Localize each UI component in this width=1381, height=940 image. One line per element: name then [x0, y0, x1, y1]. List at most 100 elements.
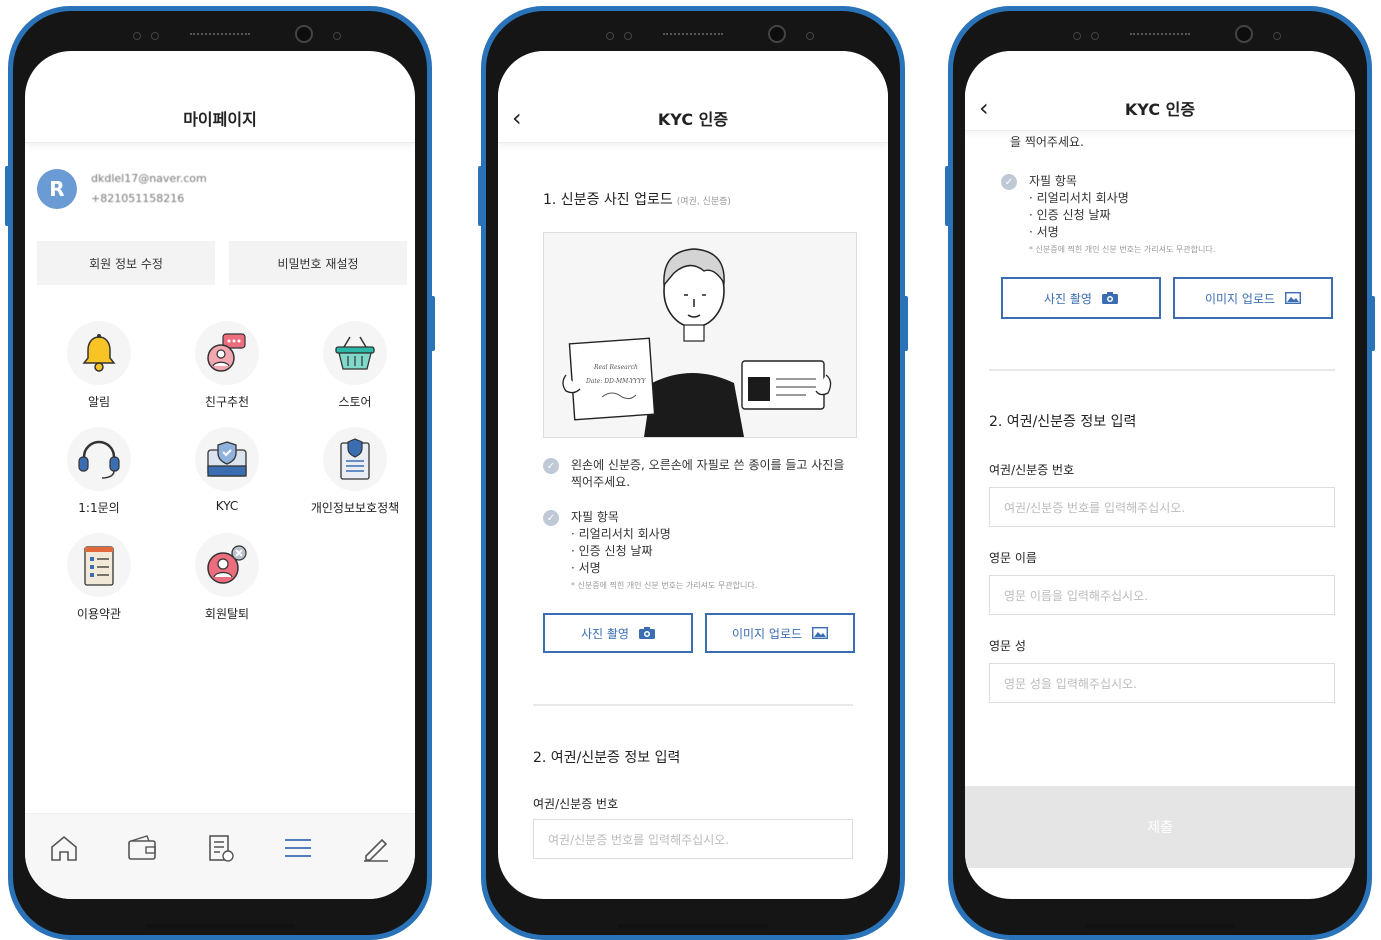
- paper-text-company: Real Research: [593, 364, 638, 371]
- profile-block: R dkdlel17@naver.com +821051158216: [37, 169, 207, 209]
- id-number-input[interactable]: 여권/신분증 번호를 입력해주십시오.: [989, 487, 1335, 527]
- bell-icon: [67, 321, 131, 385]
- handwrite-item: · 인증 신청 날짜: [1029, 208, 1111, 222]
- first-name-input[interactable]: 영문 이름을 입력해주십시오.: [989, 575, 1335, 615]
- button-label: 이미지 업로드: [1204, 291, 1276, 306]
- paper-text-date: Date: DD-MM-YYYY: [585, 378, 647, 385]
- instruction-2: ✓ 자필 항목 · 리얼리서치 회사명 · 인증 신청 날짜 · 서명 * 신분…: [1001, 173, 1321, 258]
- camera-icon: [638, 627, 655, 639]
- divider: [533, 704, 853, 706]
- menu-item-terms[interactable]: 이용약관: [35, 533, 163, 621]
- submit-button[interactable]: 제출: [965, 786, 1355, 868]
- page-title: KYC 인증: [1124, 100, 1196, 119]
- bottom-tab-bar: [25, 813, 415, 899]
- handwrite-title: 자필 항목: [1029, 174, 1077, 188]
- handwrite-item: · 서명: [1029, 225, 1059, 239]
- avatar: R: [37, 169, 77, 209]
- user-remove-icon: [195, 533, 259, 597]
- image-icon: [1285, 292, 1302, 304]
- instruction-1-tail: 을 찍어주세요.: [1010, 135, 1084, 149]
- last-name-input[interactable]: 영문 성을 입력해주십시오.: [989, 663, 1335, 703]
- wallet-icon[interactable]: [126, 832, 158, 868]
- menu-label: KYC: [215, 499, 239, 513]
- menu-label: 개인정보보호정책: [310, 501, 400, 515]
- handwrite-note: * 신분증에 찍힌 개인 신분 번호는 가리셔도 무관합니다.: [1029, 245, 1216, 254]
- camera-icon: [295, 25, 313, 43]
- menu-label: 알림: [87, 395, 111, 409]
- button-label: 이미지 업로드: [731, 626, 803, 641]
- section-title: 2. 여권/신분증 정보 입력: [533, 750, 681, 766]
- check-icon: ✓: [543, 458, 559, 474]
- id-number-label: 여권/신분증 번호: [989, 463, 1075, 477]
- button-label: 사진 촬영: [1044, 291, 1092, 306]
- menu-item-kyc[interactable]: KYC: [163, 427, 291, 515]
- first-name-label: 영문 이름: [989, 551, 1037, 565]
- mypage-screen: 마이페이지 R dkdlel17@naver.com +821051158216…: [25, 51, 415, 899]
- menu-grid: 알림 친구추천 스토어 1:1문의 KYC 개인정보보호정책 이용약관 회원탈퇴: [35, 321, 415, 621]
- instruction-1: ✓ 왼손에 신분증, 오른손에 자필로 쓴 종이를 들고 사진을 찍어주세요.: [543, 457, 858, 491]
- take-photo-button[interactable]: 사진 촬영: [543, 613, 693, 653]
- take-photo-button[interactable]: 사진 촬영: [1001, 277, 1161, 319]
- menu-label: 친구추천: [204, 395, 250, 409]
- section-title-text: 1. 신분증 사진 업로드: [543, 192, 673, 208]
- camera-icon: [768, 25, 786, 43]
- privacy-document-icon: [323, 427, 387, 491]
- edit-profile-button[interactable]: 회원 정보 수정: [37, 241, 215, 285]
- home-indicator: [618, 924, 768, 929]
- upload-image-button[interactable]: 이미지 업로드: [705, 613, 855, 653]
- handwrite-item: · 리얼리서치 회사명: [1029, 191, 1129, 205]
- pencil-icon[interactable]: [360, 832, 392, 868]
- menu-label: 스토어: [338, 395, 372, 409]
- profile-email: dkdlel17@naver.com: [91, 172, 207, 185]
- headset-icon: [67, 427, 131, 491]
- handwrite-item: · 인증 신청 날짜: [571, 544, 653, 558]
- page-title: 마이페이지: [25, 51, 415, 143]
- phone-mypage: 마이페이지 R dkdlel17@naver.com +821051158216…: [5, 6, 435, 940]
- menu-label: 1:1문의: [78, 501, 120, 515]
- page-title: KYC 인증: [657, 110, 729, 129]
- phone-kyc-top: ‹ KYC 인증 1. 신분증 사진 업로드 (여권, 신분증) Real Res…: [478, 6, 908, 940]
- home-icon[interactable]: [48, 832, 80, 868]
- camera-icon: [1101, 292, 1118, 304]
- section-title: 1. 신분증 사진 업로드 (여권, 신분증): [543, 189, 731, 209]
- terms-list-icon: [67, 533, 131, 597]
- check-icon: ✓: [543, 510, 559, 526]
- friend-referral-icon: [195, 321, 259, 385]
- divider: [989, 369, 1335, 371]
- upload-image-button[interactable]: 이미지 업로드: [1173, 277, 1333, 319]
- home-indicator: [1085, 924, 1235, 929]
- image-icon: [812, 627, 829, 639]
- back-arrow-icon[interactable]: ‹: [512, 104, 522, 132]
- id-number-input[interactable]: 여권/신분증 번호를 입력해주십시오.: [533, 819, 853, 859]
- menu-item-store[interactable]: 스토어: [291, 321, 415, 409]
- menu-item-referral[interactable]: 친구추천: [163, 321, 291, 409]
- phone-bezel: ‹ KYC 인증 을 찍어주세요. ✓ 자필 항목 · 리얼리서치 회사명 · …: [953, 11, 1367, 935]
- phone-bezel: ‹ KYC 인증 1. 신분증 사진 업로드 (여권, 신분증) Real Res…: [486, 11, 900, 935]
- menu-item-privacy[interactable]: 개인정보보호정책: [291, 427, 415, 515]
- home-indicator: [145, 924, 295, 929]
- handwrite-title: 자필 항목: [571, 510, 619, 524]
- phone-bezel: 마이페이지 R dkdlel17@naver.com +821051158216…: [13, 11, 427, 935]
- handwrite-note: * 신분증에 찍힌 개인 신분 번호는 가리셔도 무관합니다.: [571, 581, 758, 590]
- id-card-shield-icon: [195, 427, 259, 491]
- menu-item-withdraw[interactable]: 회원탈퇴: [163, 533, 291, 621]
- section-title: 2. 여권/신분증 정보 입력: [989, 414, 1137, 430]
- handwrite-item: · 서명: [571, 561, 601, 575]
- back-arrow-icon[interactable]: ‹: [979, 94, 989, 122]
- receipt-icon[interactable]: [204, 832, 236, 868]
- profile-phone: +821051158216: [91, 192, 185, 205]
- id-number-label: 여권/신분증 번호: [533, 797, 619, 811]
- handwrite-item: · 리얼리서치 회사명: [571, 527, 671, 541]
- check-icon: ✓: [1001, 174, 1017, 190]
- kyc-screen: ‹ KYC 인증 1. 신분증 사진 업로드 (여권, 신분증) Real Res…: [498, 51, 888, 899]
- menu-icon[interactable]: [282, 832, 314, 868]
- kyc-screen-scrolled: ‹ KYC 인증 을 찍어주세요. ✓ 자필 항목 · 리얼리서치 회사명 · …: [965, 51, 1355, 899]
- phone-kyc-bottom: ‹ KYC 인증 을 찍어주세요. ✓ 자필 항목 · 리얼리서치 회사명 · …: [945, 6, 1375, 940]
- instruction-text: 왼손에 신분증, 오른손에 자필로 쓴 종이를 들고 사진을 찍어주세요.: [571, 458, 845, 489]
- button-label: 사진 촬영: [581, 626, 629, 641]
- reset-password-button[interactable]: 비밀번호 재설정: [229, 241, 407, 285]
- camera-icon: [1235, 25, 1253, 43]
- menu-item-notification[interactable]: 알림: [35, 321, 163, 409]
- menu-label: 회원탈퇴: [204, 607, 250, 621]
- menu-item-inquiry[interactable]: 1:1문의: [35, 427, 163, 515]
